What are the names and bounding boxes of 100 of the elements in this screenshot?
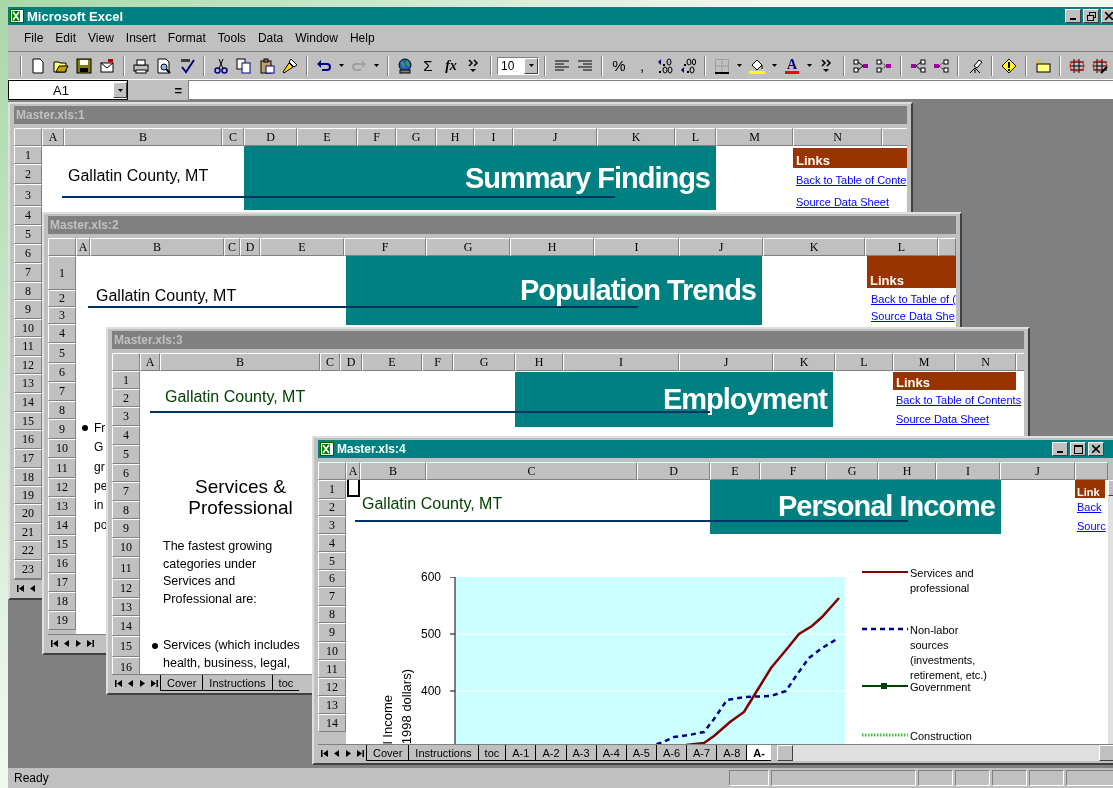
sheet-tab[interactable]: Instructions (408, 745, 478, 761)
column-header[interactable]: C (320, 353, 340, 371)
column-header[interactable]: G (396, 128, 436, 146)
column-header[interactable]: J (679, 353, 773, 371)
close-button[interactable] (1101, 9, 1113, 23)
row-header[interactable]: 23 (14, 560, 42, 579)
row-header[interactable]: 7 (318, 587, 346, 606)
row-header[interactable]: 22 (14, 541, 42, 560)
column-header[interactable]: K (773, 353, 835, 371)
column-header[interactable] (938, 238, 956, 256)
hyperlink[interactable]: Back to Table of Contents (896, 393, 1022, 407)
row-header[interactable]: 8 (14, 282, 42, 300)
row-header[interactable]: 12 (48, 478, 76, 497)
row-header[interactable]: 5 (48, 343, 76, 363)
row-header[interactable]: 2 (14, 164, 42, 184)
select-all-button[interactable] (318, 462, 346, 480)
row-header[interactable]: 6 (318, 570, 346, 587)
sheet-tab[interactable]: A-2 (535, 745, 566, 761)
column-header[interactable]: F (760, 462, 826, 480)
column-header[interactable]: J (1000, 462, 1075, 480)
hyperlink[interactable]: Source Data Sheet (796, 195, 889, 209)
row-header[interactable]: 2 (112, 389, 140, 407)
column-header[interactable]: F (422, 353, 453, 371)
row-header[interactable]: 20 (14, 504, 42, 523)
column-header[interactable]: A (346, 462, 360, 480)
next-sheet-icon[interactable] (345, 749, 351, 757)
sheet-tab[interactable]: A-8 (716, 745, 747, 761)
window-title-bar[interactable]: Master.xls:4 (318, 440, 1113, 458)
previous-sheet-icon[interactable] (127, 679, 133, 687)
row-header[interactable]: 12 (318, 678, 346, 696)
column-header[interactable]: B (160, 353, 320, 371)
last-sheet-icon[interactable] (356, 749, 364, 757)
row-header[interactable]: 17 (48, 573, 76, 592)
row-header[interactable]: 4 (318, 534, 346, 552)
font-size-field[interactable]: 10 (497, 56, 539, 75)
row-header[interactable]: 9 (14, 300, 42, 319)
column-header[interactable]: D (240, 238, 260, 256)
row-header[interactable]: 2 (48, 290, 76, 307)
column-header[interactable]: K (763, 238, 865, 256)
column-header[interactable]: I (594, 238, 679, 256)
row-header[interactable]: 2 (318, 499, 346, 516)
row-header[interactable]: 16 (112, 657, 140, 674)
restore-button[interactable] (1083, 9, 1099, 23)
menu-item[interactable]: File (18, 31, 50, 45)
column-header[interactable]: K (597, 128, 675, 146)
row-header[interactable]: 13 (48, 497, 76, 516)
row-header[interactable]: 7 (14, 263, 42, 282)
column-header[interactable]: D (637, 462, 710, 480)
row-header[interactable]: 18 (48, 592, 76, 611)
sheet-tab[interactable]: Instructions (202, 675, 272, 691)
caret-icon[interactable] (117, 88, 123, 92)
caret-icon[interactable] (528, 64, 534, 67)
row-header[interactable]: 14 (14, 393, 42, 412)
row-header[interactable]: 4 (14, 206, 42, 225)
row-header[interactable]: 10 (112, 538, 140, 557)
column-header[interactable]: B (360, 462, 426, 480)
percent-button[interactable]: % (608, 55, 630, 76)
column-header[interactable]: H (510, 238, 594, 256)
row-header[interactable]: 18 (14, 468, 42, 486)
first-sheet-icon[interactable] (16, 584, 24, 592)
row-header[interactable]: 11 (48, 458, 76, 478)
column-header[interactable]: H (878, 462, 936, 480)
row-header[interactable]: 6 (112, 464, 140, 482)
row-header[interactable]: 1 (112, 371, 140, 389)
sheet-tab[interactable]: toc (477, 745, 506, 761)
row-header[interactable]: 12 (112, 579, 140, 598)
equals-button[interactable]: = (168, 82, 188, 98)
caret-icon[interactable] (374, 64, 379, 67)
row-header[interactable]: 4 (112, 426, 140, 445)
maximize-button[interactable] (1070, 442, 1086, 456)
row-header[interactable]: 13 (14, 374, 42, 393)
column-header[interactable]: G (453, 353, 515, 371)
row-header[interactable]: 1 (48, 256, 76, 290)
row-header[interactable]: 3 (112, 407, 140, 426)
column-header[interactable]: E (710, 462, 760, 480)
column-header[interactable]: A (76, 238, 90, 256)
column-header[interactable]: I (474, 128, 513, 146)
row-header[interactable]: 14 (318, 714, 346, 732)
minimize-button[interactable] (1052, 442, 1068, 456)
sheet-tab[interactable]: A-3 (565, 745, 596, 761)
name-box[interactable]: A1 (8, 80, 128, 100)
row-header[interactable]: 5 (14, 225, 42, 244)
row-header[interactable]: 19 (14, 486, 42, 504)
column-header[interactable] (882, 128, 907, 146)
column-header[interactable]: J (679, 238, 763, 256)
comma-style-button[interactable]: , (631, 55, 653, 76)
row-header[interactable]: 15 (112, 636, 140, 657)
first-sheet-icon[interactable] (50, 639, 58, 647)
menu-item[interactable]: Tools (211, 31, 252, 45)
previous-sheet-icon[interactable] (29, 584, 35, 592)
column-header[interactable]: G (426, 238, 510, 256)
menu-item[interactable]: Data (251, 31, 290, 45)
sheet-tab[interactable]: toc (271, 675, 300, 691)
sheet-tab[interactable]: A-5 (625, 745, 656, 761)
next-sheet-icon[interactable] (139, 679, 145, 687)
first-sheet-icon[interactable] (320, 749, 328, 757)
last-sheet-icon[interactable] (150, 679, 158, 687)
hyperlink[interactable]: Back to Table of Conte (796, 173, 907, 187)
column-header[interactable]: L (835, 353, 893, 371)
row-header[interactable]: 15 (48, 535, 76, 554)
